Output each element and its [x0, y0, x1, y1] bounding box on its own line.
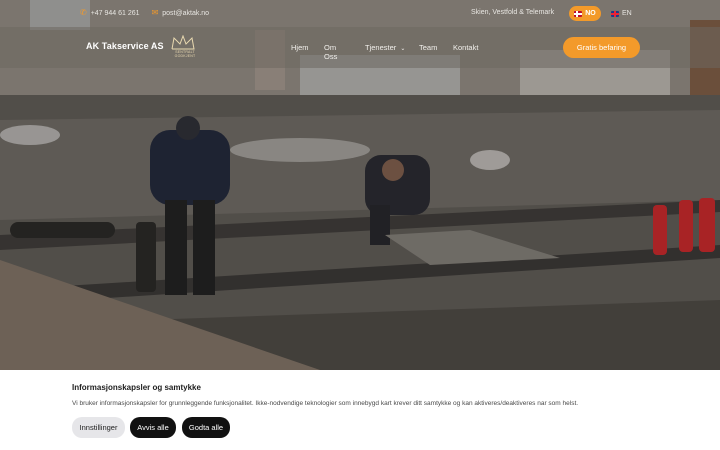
mail-icon: ✉ — [151, 8, 159, 17]
cookie-consent-banner: Informasjonskapsler og samtykke Vi bruke… — [0, 370, 720, 450]
free-inspection-button[interactable]: Gratis befaring — [563, 37, 640, 58]
language-no-label: NO — [585, 10, 596, 17]
main-header: AK Takservice AS SENTRALT GODKJENT Hjem … — [0, 27, 720, 68]
chevron-down-icon: ⌄ — [400, 46, 406, 52]
cookie-description: Vi bruker informasjonskapsler for grunnl… — [72, 400, 579, 407]
nav-om-oss[interactable]: Om Oss — [324, 43, 337, 61]
cookie-settings-button[interactable]: Innstillinger — [72, 417, 125, 438]
nav-kontakt[interactable]: Kontakt — [453, 43, 478, 52]
language-en-button[interactable]: EN — [611, 6, 632, 21]
badge-text-line2: GODKJENT — [174, 54, 196, 58]
uk-flag-icon — [611, 10, 619, 17]
nav-tjenester[interactable]: Tjenester ⌄ — [365, 43, 405, 52]
email-link[interactable]: ✉ post@aktak.no — [152, 9, 210, 17]
nav-hjem[interactable]: Hjem — [291, 43, 309, 52]
phone-link[interactable]: ✆ +47 944 61 261 — [80, 9, 140, 17]
cookie-title: Informasjonskapsler og samtykke — [72, 383, 201, 392]
nav-team[interactable]: Team — [419, 43, 437, 52]
language-no-button[interactable]: NO — [569, 6, 601, 21]
accept-all-button[interactable]: Godta alle — [182, 417, 230, 438]
reject-all-button[interactable]: Avvis alle — [130, 417, 176, 438]
top-info-bar: ✆ +47 944 61 261 ✉ post@aktak.no Skien, … — [0, 0, 720, 27]
phone-number: +47 944 61 261 — [90, 9, 140, 17]
brand-name[interactable]: AK Takservice AS — [86, 41, 164, 51]
phone-icon: ✆ — [80, 8, 87, 17]
email-address: post@aktak.no — [162, 9, 210, 17]
norway-flag-icon — [574, 10, 583, 17]
service-area-text: Skien, Vestfold & Telemark — [471, 9, 555, 16]
nav-tjenester-label: Tjenester — [365, 43, 397, 52]
language-en-label: EN — [622, 10, 632, 17]
